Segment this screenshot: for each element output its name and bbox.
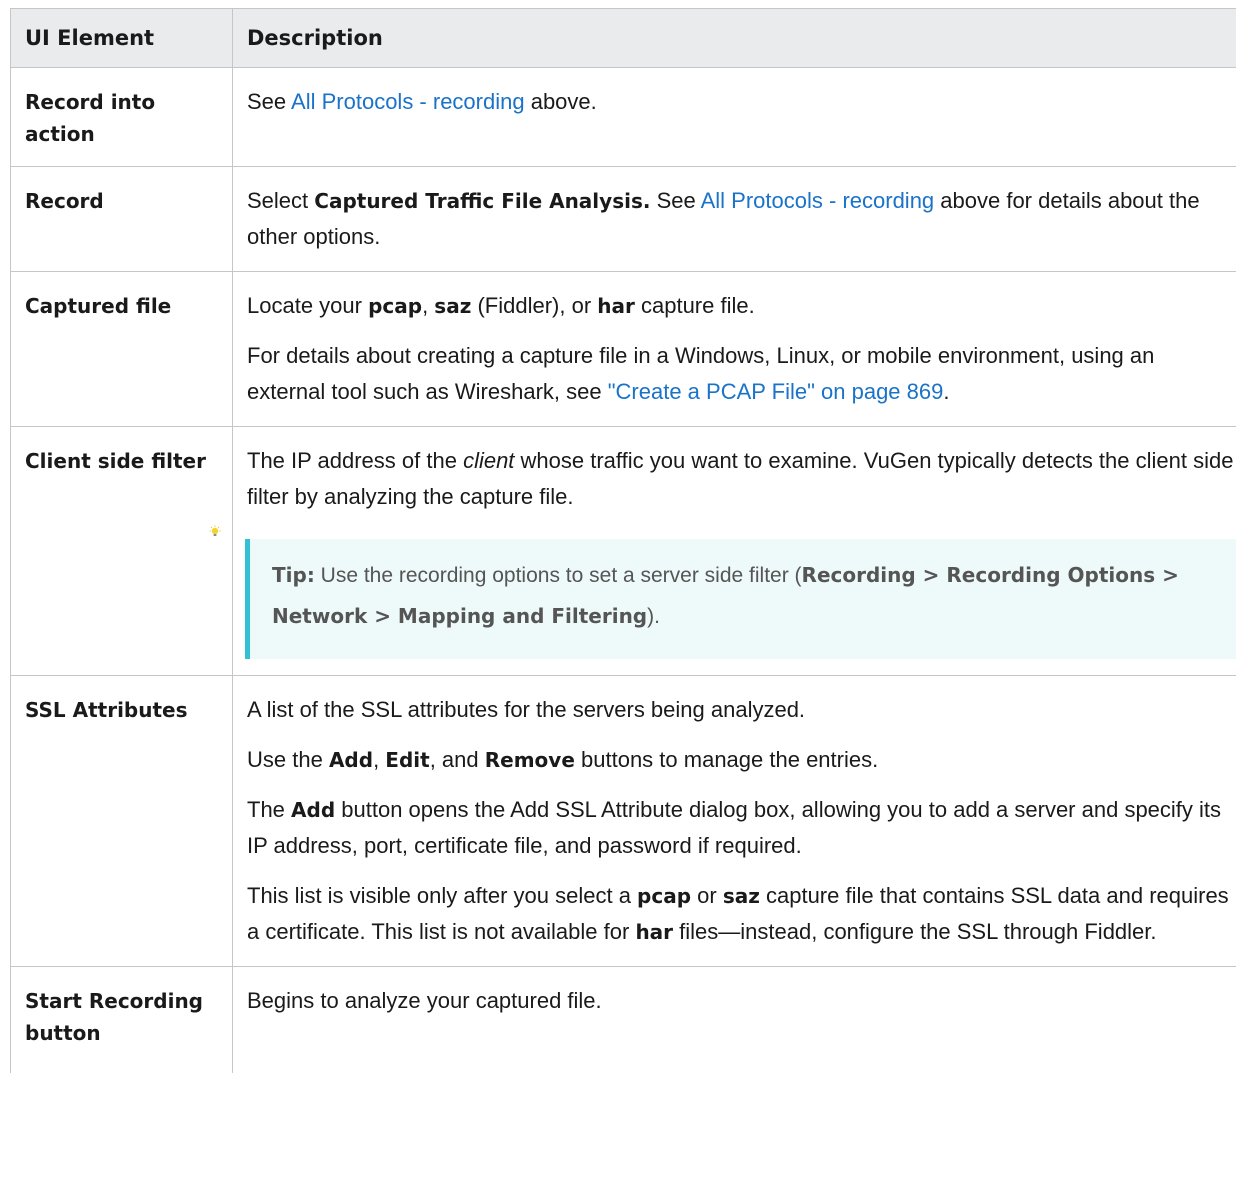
text: Locate your	[247, 293, 369, 318]
tip-text: Use the recording options to set a serve…	[314, 564, 802, 587]
table-row: Client side filter The IP address of the…	[10, 426, 1236, 676]
text: (Fiddler), or	[471, 293, 598, 318]
bold-text: har	[635, 920, 674, 944]
description-paragraph: This list is visible only after you sele…	[247, 878, 1233, 950]
element-start-recording-button: Start Recording button	[10, 966, 233, 1073]
description-paragraph: Begins to analyze your captured file.	[247, 988, 602, 1013]
header-description: Description	[232, 8, 1236, 68]
table-row: Start Recording button Begins to analyze…	[10, 966, 1236, 1073]
element-ssl-attributes: SSL Attributes	[10, 675, 233, 967]
text: capture file.	[634, 293, 755, 318]
header-ui-element: UI Element	[10, 8, 233, 68]
text: The IP address of the	[247, 448, 464, 473]
table-row: Record into action See All Protocols - r…	[10, 67, 1236, 167]
bold-text: Edit	[385, 748, 430, 772]
text: or	[691, 883, 723, 908]
text: Select	[247, 188, 315, 213]
text: The	[247, 797, 292, 822]
description-record-into-action: See All Protocols - recording above.	[232, 67, 1236, 167]
all-protocols-recording-link[interactable]: All Protocols - recording	[291, 89, 525, 114]
description-paragraph: The Add button opens the Add SSL Attribu…	[247, 792, 1233, 864]
text: See	[650, 188, 701, 213]
description-ssl-attributes: A list of the SSL attributes for the ser…	[232, 675, 1236, 967]
table-row: SSL Attributes A list of the SSL attribu…	[10, 675, 1236, 967]
element-client-side-filter: Client side filter	[10, 426, 233, 676]
bold-text: Add	[291, 798, 336, 822]
description-paragraph: The IP address of the client whose traff…	[247, 443, 1236, 515]
ui-elements-table: UI Element Description Record into actio…	[10, 8, 1236, 1073]
description-client-side-filter: The IP address of the client whose traff…	[209, 426, 1236, 676]
text: , and	[429, 747, 485, 772]
text: ,	[373, 747, 386, 772]
text: buttons to manage the entries.	[574, 747, 879, 772]
description-start-recording-button: Begins to analyze your captured file.	[232, 966, 1236, 1073]
text: .	[943, 379, 950, 404]
bold-text: Add	[328, 748, 374, 772]
text: above.	[524, 89, 597, 114]
bold-text: pcap	[637, 884, 692, 908]
element-record: Record	[10, 166, 233, 272]
lightbulb-icon	[209, 525, 221, 536]
tip-text: ).	[647, 605, 660, 628]
ui-elements-table-wrapper: UI Element Description Record into actio…	[10, 8, 1236, 1073]
bold-text: Remove	[484, 748, 575, 772]
tip-box: Tip: Use the recording options to set a …	[209, 525, 1236, 659]
description-paragraph: A list of the SSL attributes for the ser…	[247, 697, 806, 722]
table-row: Captured file Locate your pcap, saz (Fid…	[10, 271, 1236, 427]
text: button opens the Add SSL Attribute dialo…	[247, 797, 1222, 858]
text: See	[247, 89, 292, 114]
table-row: Record Select Captured Traffic File Anal…	[10, 166, 1236, 272]
description-paragraph: Select Captured Traffic File Analysis. S…	[247, 183, 1233, 255]
italic-text: client	[463, 448, 515, 473]
description-paragraph: Use the Add, Edit, and Remove buttons to…	[247, 742, 1233, 778]
create-pcap-file-link[interactable]: "Create a PCAP File" on page 869	[608, 379, 944, 404]
bold-text: saz	[434, 294, 472, 318]
tip-label: Tip:	[272, 563, 315, 587]
text: Use the	[247, 747, 329, 772]
text: This list is visible only after you sele…	[247, 883, 638, 908]
table-header-row: UI Element Description	[10, 8, 1236, 68]
description-captured-file: Locate your pcap, saz (Fiddler), or har …	[232, 271, 1236, 427]
bold-text: saz	[722, 884, 760, 908]
bold-text: har	[597, 294, 635, 318]
description-paragraph: See All Protocols - recording above.	[247, 84, 1233, 120]
all-protocols-recording-link[interactable]: All Protocols - recording	[701, 188, 935, 213]
element-captured-file: Captured file	[10, 271, 233, 427]
description-record: Select Captured Traffic File Analysis. S…	[232, 166, 1236, 272]
bold-text: pcap	[368, 294, 423, 318]
text: files—instead, configure the SSL through…	[673, 919, 1157, 944]
text: ,	[422, 293, 435, 318]
bold-text: Captured Traffic File Analysis.	[314, 189, 651, 213]
element-record-into-action: Record into action	[10, 67, 233, 167]
description-paragraph: Locate your pcap, saz (Fiddler), or har …	[247, 288, 1233, 324]
description-paragraph: For details about creating a capture fil…	[247, 338, 1233, 410]
